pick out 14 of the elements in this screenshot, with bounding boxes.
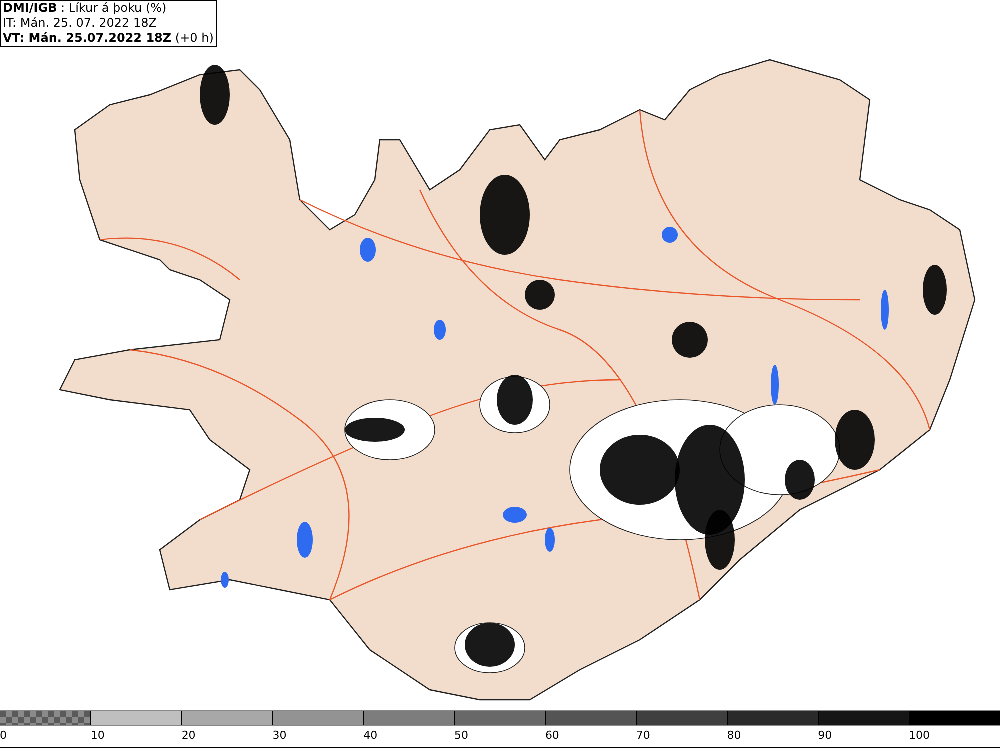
legend-label: 40 — [364, 729, 378, 742]
issue-time: IT: Mán. 25. 07. 2022 18Z — [3, 16, 158, 31]
map-title: DMI/IGB : Líkur á þoku (%) — [3, 1, 168, 16]
legend-label: 80 — [727, 729, 742, 742]
legend-label: 90 — [818, 729, 832, 742]
legend-label: 60 — [545, 729, 560, 742]
legend-label: 30 — [272, 729, 287, 742]
legend-label: 50 — [454, 729, 469, 742]
valid-time: VT: Mán. 25.07.2022 18Z (+0 h) — [3, 31, 214, 46]
legend-label: 0 — [0, 729, 7, 742]
legend-label: 20 — [182, 729, 196, 742]
legend-label: 100 — [909, 729, 930, 742]
legend-label: 70 — [636, 729, 650, 742]
legend-label: 10 — [90, 729, 105, 742]
